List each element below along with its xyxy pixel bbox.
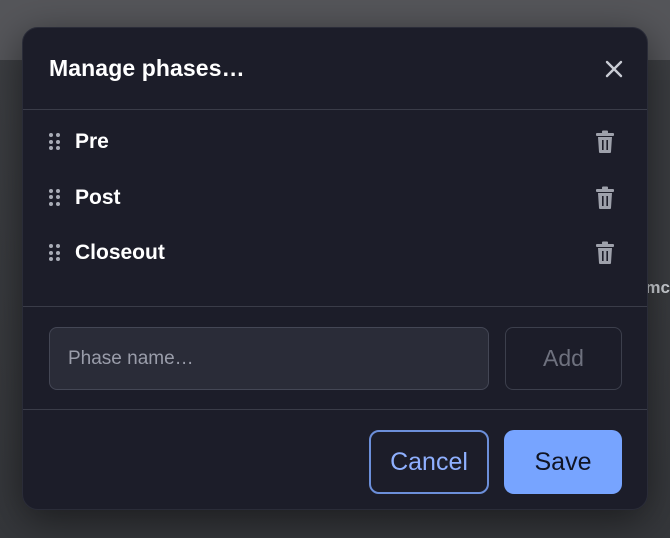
cancel-button[interactable]: Cancel [369, 430, 489, 494]
drag-handle-icon[interactable] [49, 133, 61, 151]
phase-list: Pre Post Closeout [23, 110, 647, 307]
delete-phase-button[interactable] [595, 241, 615, 265]
phase-row-post: Post [23, 173, 647, 229]
dialog-header: Manage phases… [23, 28, 647, 110]
phase-label: Pre [75, 130, 109, 153]
add-phase-row: Add [23, 307, 647, 410]
close-icon [605, 60, 623, 78]
phase-row-pre: Pre [23, 117, 647, 173]
trash-icon [596, 241, 614, 264]
background-partial-text: mc [645, 278, 670, 297]
dialog-footer: Cancel Save [23, 410, 647, 510]
phase-name-input[interactable] [49, 327, 489, 390]
phase-label: Post [75, 185, 121, 209]
drag-handle-icon[interactable] [49, 188, 61, 207]
delete-phase-button[interactable] [595, 186, 615, 210]
manage-phases-dialog: Manage phases… Pre Post Closeout Phase n… [22, 27, 648, 510]
trash-icon [596, 186, 614, 209]
save-button[interactable]: Save [504, 430, 622, 494]
delete-phase-button[interactable] [595, 130, 615, 154]
phase-row-closeout: Closeout [23, 228, 647, 284]
close-button[interactable] [601, 56, 627, 82]
drag-handle-icon[interactable] [49, 244, 61, 262]
add-button[interactable]: Add [505, 327, 622, 390]
dialog-title: Manage phases… [49, 55, 245, 81]
phase-label: Closeout [75, 241, 165, 264]
trash-icon [596, 130, 614, 153]
